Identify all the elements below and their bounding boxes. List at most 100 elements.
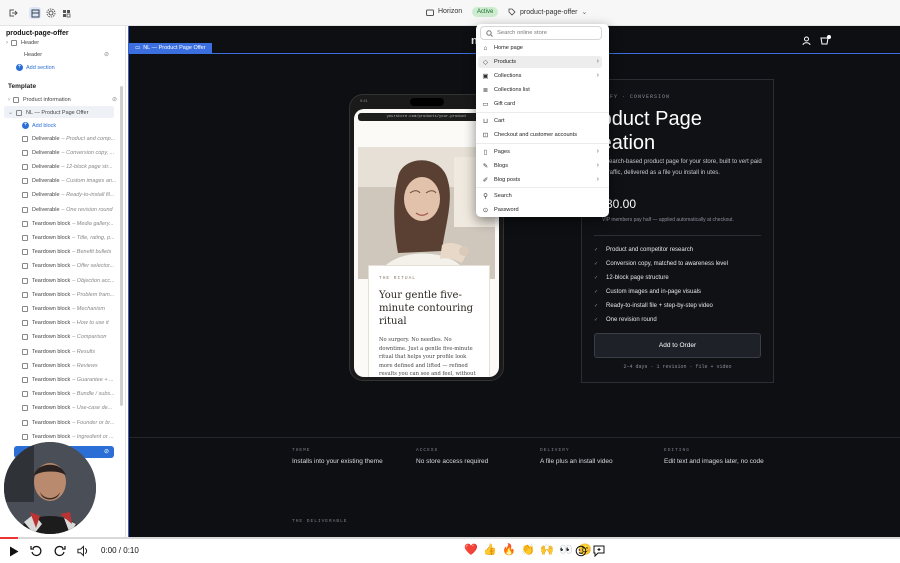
dropdown-item-label: Blog posts (494, 177, 521, 183)
block-item[interactable]: Deliverable – 12-block page str... (22, 160, 125, 173)
dropdown-item-home-page[interactable]: ⌂ Home page (478, 42, 602, 54)
block-name: Teardown block (32, 263, 71, 270)
thumbs-up-emoji[interactable]: 👍 (483, 544, 497, 557)
feature-item: ✓ One revision round (594, 317, 657, 323)
raised-hands-emoji[interactable]: 🙌 (540, 544, 554, 557)
block-item[interactable]: Deliverable – Custom images an... (22, 175, 125, 188)
block-item[interactable]: Deliverable – Product and comp... (22, 132, 125, 145)
block-icon (22, 433, 28, 440)
block-item[interactable]: Teardown block – Ingredient or ... (22, 430, 125, 443)
page-icon: ▯ (483, 149, 488, 156)
cart-icon[interactable] (820, 35, 831, 46)
heart-emoji[interactable]: ❤️ (464, 544, 478, 557)
home-icon: ⌂ (483, 44, 488, 52)
forward-icon[interactable] (54, 545, 66, 557)
block-item[interactable]: Teardown block – Offer selector... (22, 260, 125, 273)
add-block-button[interactable]: + Add block (22, 119, 125, 132)
rewind-icon[interactable] (30, 545, 42, 557)
block-note: – Product and comp... (61, 135, 116, 142)
eyes-emoji[interactable]: 👀 (559, 544, 573, 557)
dropdown-item-gift-card[interactable]: ▭ Gift card (478, 98, 602, 110)
block-name: Deliverable (32, 192, 60, 199)
fire-emoji[interactable]: 🔥 (502, 544, 516, 557)
block-icon (22, 320, 28, 327)
dropdown-item-pages[interactable]: ▯ Pages › (478, 146, 602, 158)
add-reaction-icon[interactable] (575, 545, 587, 557)
dropdown-item-password[interactable]: ⊙ Password (478, 204, 602, 216)
nl-product-page-offer-section[interactable]: ⌄ NL — Product Page Offer (8, 106, 125, 119)
block-item[interactable]: Teardown block – Results (22, 345, 125, 358)
exit-icon[interactable] (7, 7, 19, 19)
page-selector[interactable]: product-page-offer ⌄ (508, 8, 587, 16)
block-name: Deliverable (32, 135, 60, 142)
dropdown-item-cart[interactable]: ⊔ Cart (478, 115, 602, 127)
block-item[interactable]: Teardown block – Media gallery... (22, 217, 125, 230)
block-item[interactable]: Teardown block – Problem fram... (22, 288, 125, 301)
block-item[interactable]: Teardown block – Guarantee + ... (22, 373, 125, 386)
section-label-tag[interactable]: ▭ NL — Product Page Offer (129, 43, 212, 53)
play-icon[interactable] (8, 545, 20, 557)
dropdown-item-products[interactable]: ◇ Products › (478, 56, 602, 68)
eye-slash-icon[interactable]: ⊘ (112, 96, 117, 103)
account-icon[interactable] (802, 36, 811, 45)
volume-icon[interactable] (77, 545, 89, 557)
dropdown-item-blogs[interactable]: ✎ Blogs › (478, 160, 602, 172)
chevron-right-icon: › (8, 96, 10, 103)
strip-key: THEME (292, 448, 311, 453)
theme-name: Horizon (438, 8, 463, 15)
dropdown-divider (476, 143, 609, 144)
dropdown-item-label: Cart (494, 118, 505, 124)
feature-text: Custom images and in-page visuals (606, 289, 702, 295)
block-item[interactable]: Deliverable – One revision round (22, 203, 125, 216)
block-icon (22, 391, 28, 398)
block-item[interactable]: Teardown block – Title, rating, p... (22, 231, 125, 244)
dropdown-item-search[interactable]: ⚲ Search (478, 190, 602, 202)
block-icon (22, 178, 28, 185)
dropdown-item-blog-posts[interactable]: ✐ Blog posts › (478, 174, 602, 186)
panel-divider (594, 235, 761, 236)
theme-icon (426, 9, 434, 17)
block-item[interactable]: Teardown block – Comparison (22, 331, 125, 344)
block-item[interactable]: Teardown block – How to use it (22, 317, 125, 330)
layout-icon (16, 109, 23, 116)
cart-icon: ⊔ (482, 118, 489, 125)
list-icon: ≣ (482, 87, 489, 94)
add-section-button[interactable]: + Add section (16, 61, 125, 74)
dropdown-item-checkout-and-customer-accounts[interactable]: ⊡ Checkout and customer accounts (478, 129, 602, 141)
dropdown-item-label: Password (494, 207, 519, 213)
chevron-right-icon: › (596, 58, 599, 65)
search-input[interactable]: Search online store (480, 26, 602, 40)
block-icon (22, 305, 28, 312)
feature-text: Product and competitor research (606, 247, 694, 253)
settings-icon[interactable] (45, 7, 57, 19)
block-item[interactable]: Teardown block – Benefit bullets (22, 246, 125, 259)
block-item[interactable]: Deliverable – Conversion copy, ... (22, 146, 125, 159)
block-name: Teardown block (32, 234, 71, 241)
eye-slash-icon[interactable]: ⊘ (104, 51, 109, 58)
sidebar-scrollbar[interactable] (120, 86, 123, 406)
clap-emoji[interactable]: 👏 (521, 544, 535, 557)
block-item[interactable]: Teardown block – Founder or br... (22, 416, 125, 429)
dropdown-item-collections[interactable]: ▣ Collections › (478, 70, 602, 82)
apps-icon[interactable] (60, 7, 72, 19)
block-item[interactable]: Deliverable – Ready-to-install fil... (22, 189, 125, 202)
product-information-section[interactable]: › Product information ⊘ (8, 93, 125, 106)
phone-clock: 9:41 (360, 98, 368, 103)
block-item[interactable]: Teardown block – Use-case de... (22, 402, 125, 415)
block-note: – Offer selector... (72, 263, 115, 270)
comment-icon[interactable] (593, 545, 605, 557)
sections-icon[interactable] (29, 7, 41, 19)
block-item[interactable]: Teardown block – Objection acc... (22, 274, 125, 287)
product-title-line-2: reation (594, 132, 656, 154)
layout-icon (11, 39, 17, 46)
chevron-right-icon: › (6, 39, 8, 46)
header-item[interactable]: Header ⊘ (24, 48, 125, 61)
block-item[interactable]: Teardown block – Bundle / subs... (22, 388, 125, 401)
plus-circle-icon: + (22, 122, 29, 129)
collection-icon: ▣ (482, 73, 489, 80)
dropdown-item-collections-list[interactable]: ≣ Collections list (478, 84, 602, 96)
block-item[interactable]: Teardown block – Mechanism (22, 302, 125, 315)
add-to-order-button[interactable]: Add to Order (594, 333, 761, 358)
block-item[interactable]: Teardown block – Reviews (22, 359, 125, 372)
gift-card-icon: ▭ (482, 101, 489, 108)
